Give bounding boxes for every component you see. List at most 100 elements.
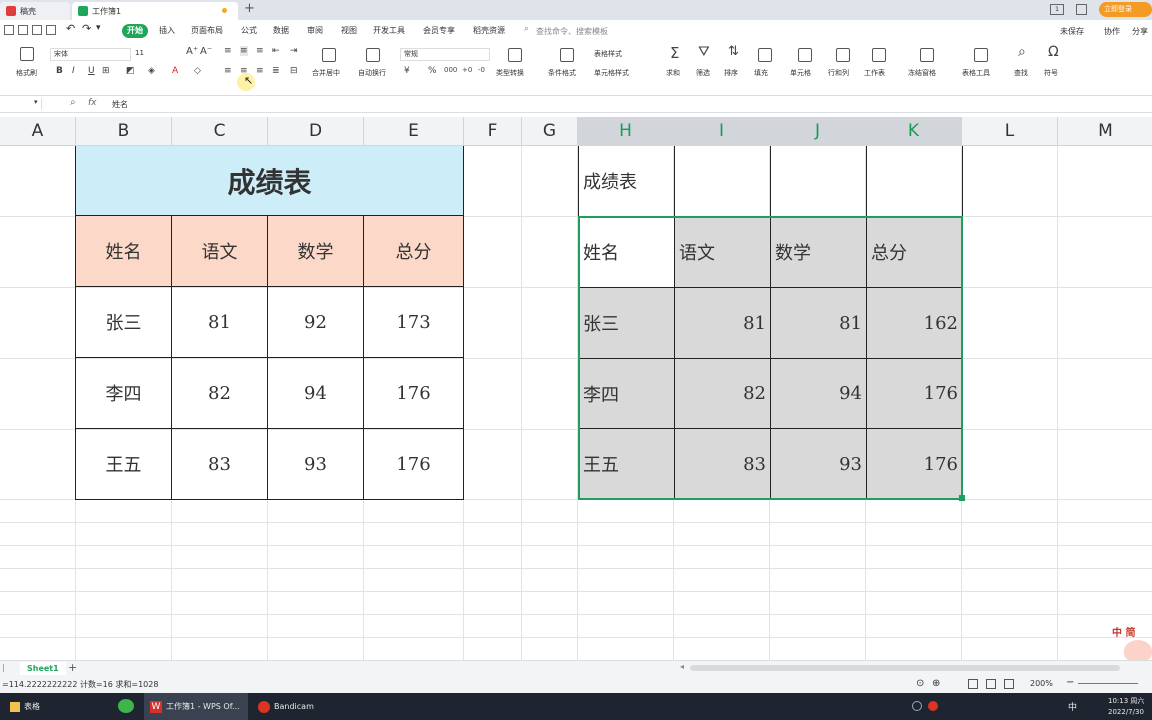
sort-icon[interactable]: ⇅ xyxy=(728,44,739,59)
indent-increase-icon[interactable]: ⇥ xyxy=(290,46,298,56)
add-sheet-icon[interactable]: + xyxy=(68,661,77,674)
menu-view[interactable]: 视图 xyxy=(336,24,362,38)
italic-button[interactable]: I xyxy=(72,66,75,76)
number-format-select[interactable]: 常规 xyxy=(400,48,490,61)
col-header-c[interactable]: C xyxy=(172,117,268,146)
undo-icon[interactable]: ↶ xyxy=(66,22,75,35)
left-cell-chinese[interactable]: 83 xyxy=(172,429,268,499)
col-header-k[interactable]: K xyxy=(866,117,962,146)
fx-button[interactable]: fx xyxy=(88,98,97,108)
window-mode-icon[interactable]: 1 xyxy=(1050,4,1064,15)
align-right-icon[interactable]: ≡ xyxy=(256,66,264,76)
sum-icon[interactable]: Σ xyxy=(670,44,679,62)
col-header-j[interactable]: J xyxy=(770,117,866,146)
login-button[interactable]: 立即登录 xyxy=(1099,2,1152,17)
normal-view-icon[interactable] xyxy=(968,679,978,689)
scroll-left-icon[interactable]: ◂ xyxy=(680,662,684,671)
ime-indicator[interactable]: 中 简 xyxy=(1112,624,1135,639)
left-header-chinese[interactable]: 语文 xyxy=(172,216,268,287)
justify-icon[interactable]: ≣ xyxy=(272,66,280,76)
col-header-l[interactable]: L xyxy=(962,117,1058,146)
col-header-g[interactable]: G xyxy=(522,117,578,146)
left-title-cell[interactable]: 成绩表 xyxy=(76,146,463,216)
fill-icon[interactable] xyxy=(758,48,772,62)
col-header-d[interactable]: D xyxy=(268,117,364,146)
font-size-select[interactable]: 11 xyxy=(130,48,178,61)
formula-input[interactable]: 姓名 xyxy=(112,99,128,110)
distributed-icon[interactable]: ⊟ xyxy=(290,66,298,76)
collab-button[interactable]: 协作 xyxy=(1104,26,1120,37)
filter-icon[interactable]: ⛛ xyxy=(698,44,710,60)
right-empty-cell[interactable] xyxy=(771,146,867,217)
type-convert-icon[interactable] xyxy=(508,48,522,62)
table-tools-icon[interactable] xyxy=(974,48,988,62)
right-empty-cell[interactable] xyxy=(867,146,962,217)
menu-resources[interactable]: 稻壳资源 xyxy=(468,24,510,38)
right-empty-cell[interactable] xyxy=(675,146,771,217)
command-search[interactable]: 查找命令、搜索模板 xyxy=(536,26,608,37)
col-header-e[interactable]: E xyxy=(364,117,464,146)
col-header-i[interactable]: I xyxy=(674,117,770,146)
left-cell-name[interactable]: 王五 xyxy=(76,429,172,499)
taskbar-folder[interactable]: 表格 xyxy=(4,693,46,720)
save-icon[interactable] xyxy=(32,25,42,35)
file-icon[interactable] xyxy=(4,25,14,35)
share-button[interactable]: 分享 xyxy=(1132,26,1148,37)
menu-member[interactable]: 会员专享 xyxy=(418,24,460,38)
freeze-icon[interactable] xyxy=(920,48,934,62)
decimal-decrease-icon[interactable]: -0 xyxy=(478,66,485,74)
menu-review[interactable]: 审阅 xyxy=(302,24,328,38)
left-cell-math[interactable]: 94 xyxy=(268,358,364,429)
indent-decrease-icon[interactable]: ⇤ xyxy=(272,46,280,56)
format-painter-icon[interactable] xyxy=(20,47,34,61)
eye-protect-icon[interactable]: ⊙ xyxy=(916,678,924,689)
globe-icon[interactable]: ⊕ xyxy=(932,678,940,689)
worksheet-grid[interactable]: 成绩表 姓名 语文 数学 总分 张三 81 92 173 李四 82 94 17… xyxy=(0,146,1152,660)
fill-handle[interactable] xyxy=(959,495,965,501)
cond-format-icon[interactable] xyxy=(560,48,574,62)
align-middle-icon[interactable]: ≡ xyxy=(240,46,248,56)
increase-font-icon[interactable]: A⁺ xyxy=(186,46,198,57)
left-cell-total[interactable]: 173 xyxy=(364,287,463,358)
left-cell-chinese[interactable]: 81 xyxy=(172,287,268,358)
name-box[interactable]: ▾ xyxy=(0,98,42,110)
horizontal-scrollbar[interactable] xyxy=(690,665,1120,671)
taskbar-bandicam[interactable]: Bandicam xyxy=(252,693,320,720)
cell-style-button[interactable]: 单元格样式 xyxy=(594,68,629,78)
worksheet-icon[interactable] xyxy=(872,48,886,62)
clear-format-icon[interactable]: ◈ xyxy=(148,66,155,76)
menu-data[interactable]: 数据 xyxy=(268,24,294,38)
left-cell-name[interactable]: 张三 xyxy=(76,287,172,358)
zoom-out-icon[interactable]: − xyxy=(1066,677,1074,688)
redo-icon[interactable]: ↷ xyxy=(82,22,91,35)
left-header-total[interactable]: 总分 xyxy=(364,216,463,287)
menu-formulas[interactable]: 公式 xyxy=(236,24,262,38)
sheet-nav-icon[interactable]: | xyxy=(2,663,5,672)
ime-tray[interactable]: 中 xyxy=(1068,700,1077,713)
align-top-icon[interactable]: ≡ xyxy=(224,46,232,56)
col-header-a[interactable]: A xyxy=(0,117,76,146)
percent-button[interactable]: % xyxy=(428,66,437,76)
tray-record-icon[interactable] xyxy=(928,701,938,711)
menu-developer[interactable]: 开发工具 xyxy=(368,24,410,38)
page-view-icon[interactable] xyxy=(986,679,996,689)
new-tab-button[interactable]: + xyxy=(244,1,255,16)
col-header-b[interactable]: B xyxy=(76,117,172,146)
currency-button[interactable]: ¥ xyxy=(404,66,410,76)
left-cell-chinese[interactable]: 82 xyxy=(172,358,268,429)
find-icon[interactable]: ⌕ xyxy=(1018,44,1026,60)
underline-button[interactable]: U xyxy=(88,66,95,76)
col-header-m[interactable]: M xyxy=(1058,117,1152,146)
font-color-icon[interactable]: A xyxy=(172,66,178,76)
wechat-icon[interactable] xyxy=(118,699,134,713)
right-title-cell[interactable]: 成绩表 xyxy=(579,146,675,217)
left-cell-name[interactable]: 李四 xyxy=(76,358,172,429)
zoom-level[interactable]: 200% xyxy=(1030,679,1053,688)
unsaved-status[interactable]: 未保存 xyxy=(1060,26,1084,37)
new-doc-icon[interactable] xyxy=(18,25,28,35)
row-col-icon[interactable] xyxy=(836,48,850,62)
more-icon[interactable]: ▾ xyxy=(96,23,101,33)
tray-icon[interactable] xyxy=(912,701,922,711)
zoom-icon[interactable]: ⌕ xyxy=(70,97,76,108)
left-cell-total[interactable]: 176 xyxy=(364,358,463,429)
